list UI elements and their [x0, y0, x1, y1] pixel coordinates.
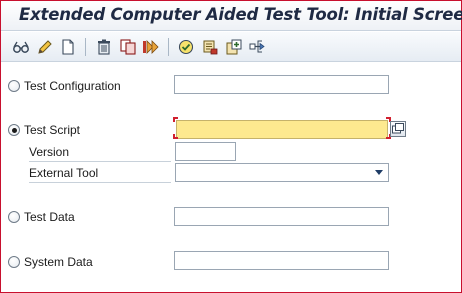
test-data-input[interactable]: [174, 207, 389, 226]
copy-button[interactable]: [119, 38, 137, 56]
radio-button-selected[interactable]: [8, 124, 20, 136]
test-configuration-label: Test Configuration: [24, 79, 121, 93]
delete-button[interactable]: [95, 38, 113, 56]
check-button[interactable]: [177, 38, 195, 56]
value-help-button[interactable]: [390, 121, 406, 137]
add-object-icon: [226, 39, 242, 55]
radio-button[interactable]: [8, 211, 20, 223]
system-data-input[interactable]: [174, 251, 389, 270]
check-circle-icon: [178, 39, 194, 55]
label-underline: [29, 161, 171, 162]
required-marker: [173, 117, 178, 122]
system-data-radio[interactable]: System Data: [8, 254, 93, 270]
page-title: Extended Computer Aided Test Tool: Initi…: [19, 5, 462, 24]
initial-screen-form: Test Configuration Test Script Version E…: [1, 63, 461, 292]
document-stamp-icon: [203, 40, 218, 55]
test-data-radio[interactable]: Test Data: [8, 209, 75, 225]
test-configuration-input[interactable]: [174, 75, 389, 94]
generate-button[interactable]: [225, 38, 243, 56]
application-toolbar: [1, 32, 461, 62]
external-tool-label: External Tool: [29, 166, 99, 180]
label-underline: [29, 182, 171, 183]
change-button[interactable]: [36, 38, 54, 56]
where-used-button[interactable]: [201, 38, 219, 56]
test-script-radio[interactable]: Test Script: [8, 122, 80, 138]
system-data-label: System Data: [24, 255, 93, 269]
toolbar-separator: [85, 38, 86, 56]
chevron-down-icon[interactable]: [375, 170, 383, 175]
multiple-selection-icon: [392, 123, 404, 134]
copy-icon: [120, 39, 136, 55]
test-script-label: Test Script: [24, 123, 81, 137]
required-marker: [173, 134, 178, 139]
title-bar: Extended Computer Aided Test Tool: Initi…: [1, 1, 462, 31]
execute-arrows-icon: [143, 40, 159, 54]
version-input[interactable]: [175, 142, 236, 161]
create-button[interactable]: [59, 38, 77, 56]
navigate-button[interactable]: [249, 38, 267, 56]
pencil-icon: [38, 40, 52, 54]
glasses-icon: [13, 41, 29, 53]
test-script-input[interactable]: [176, 120, 388, 139]
radio-button[interactable]: [8, 80, 20, 92]
sap-window: Extended Computer Aided Test Tool: Initi…: [0, 0, 462, 293]
other-object-button[interactable]: [12, 38, 30, 56]
external-tool-dropdown[interactable]: [175, 163, 389, 182]
test-data-label: Test Data: [24, 210, 75, 224]
radio-button[interactable]: [8, 256, 20, 268]
trash-icon: [98, 39, 110, 55]
blank-page-icon: [62, 39, 74, 55]
execute-button[interactable]: [142, 38, 160, 56]
test-configuration-radio[interactable]: Test Configuration: [8, 78, 121, 94]
toolbar-separator: [168, 38, 169, 56]
version-label: Version: [29, 145, 70, 159]
hierarchy-arrows-icon: [249, 40, 265, 53]
